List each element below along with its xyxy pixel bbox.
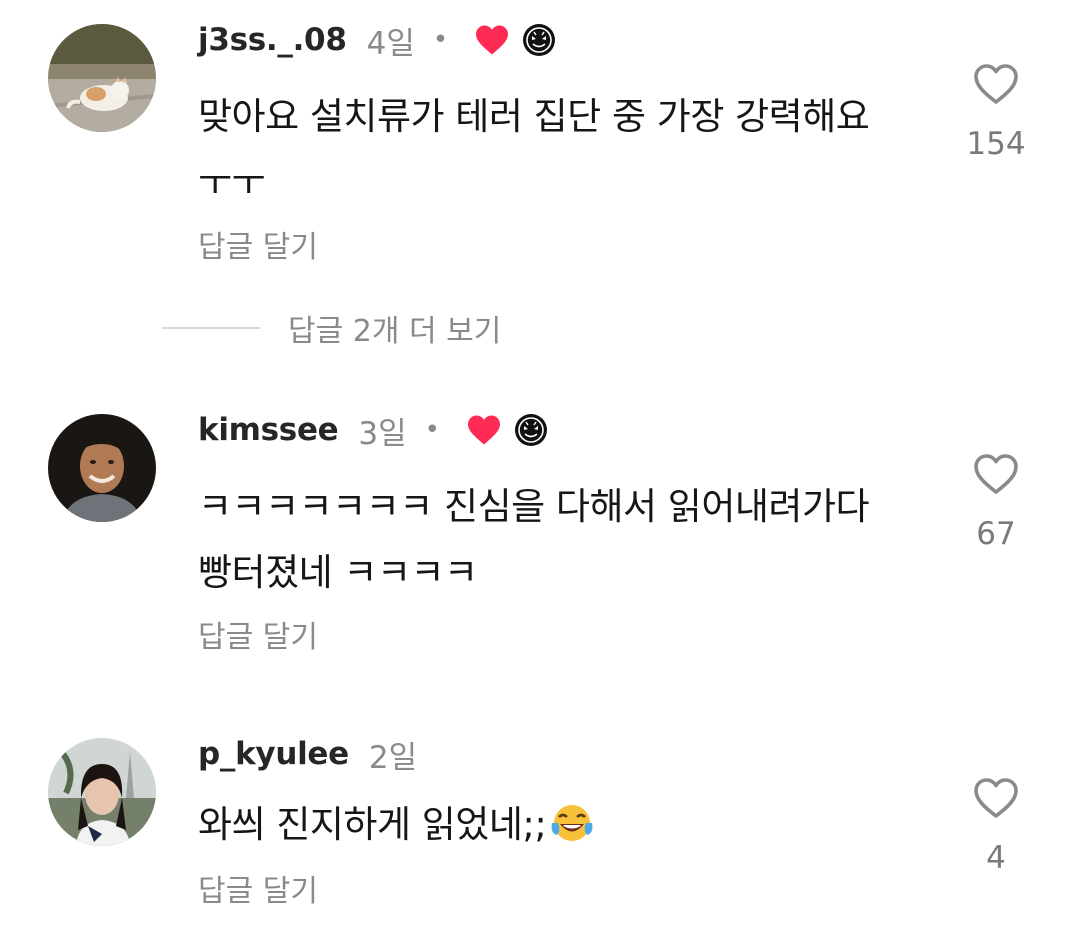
- divider-line: [162, 327, 260, 329]
- comment-meta: p_kyulee 2일: [198, 732, 417, 776]
- avatar[interactable]: [48, 414, 156, 522]
- heart-outline-icon[interactable]: [972, 776, 1020, 820]
- comment-text-line: 와씌 진지하게 읽었네;;: [198, 803, 547, 846]
- reply-button[interactable]: 답글 달기: [198, 222, 318, 266]
- comment-text: 맞아요 설치류가 테러 집단 중 가장 강력해요 ㅜㅜ: [198, 84, 918, 216]
- timestamp: 4일: [366, 25, 415, 62]
- timestamp: 2일: [368, 739, 418, 776]
- like-button[interactable]: 154: [960, 62, 1032, 162]
- red-heart-icon: [476, 25, 509, 55]
- comment-text: 와씌 진지하게 읽었네;;: [198, 792, 918, 858]
- comment-text-line: ㅋㅋㅋㅋㅋㅋㅋ 진심을 다해서 읽어내려가다: [198, 485, 870, 528]
- reply-button[interactable]: 답글 달기: [198, 612, 318, 656]
- face-with-tears-of-joy-icon: [551, 805, 593, 841]
- separator-dot: •: [424, 415, 440, 445]
- view-more-replies[interactable]: 답글 2개 더 보기: [162, 306, 501, 350]
- like-count: 4: [986, 840, 1006, 876]
- reply-button[interactable]: 답글 달기: [198, 866, 318, 910]
- comment-text-line: ㅜㅜ: [198, 161, 266, 204]
- heart-outline-icon[interactable]: [972, 452, 1020, 496]
- creator-avatar-badge-icon: [523, 24, 556, 56]
- username[interactable]: kimssee: [198, 412, 339, 448]
- like-button[interactable]: 67: [960, 452, 1032, 552]
- timestamp: 3일: [358, 415, 407, 452]
- red-heart-icon: [468, 415, 500, 445]
- like-button[interactable]: 4: [960, 776, 1032, 876]
- avatar[interactable]: [48, 738, 156, 846]
- comment-text-line: 맞아요 설치류가 테러 집단 중 가장 강력해요: [198, 95, 870, 138]
- like-count: 67: [976, 516, 1016, 552]
- creator-avatar-badge-icon: [515, 414, 547, 446]
- comment-meta: kimssee 3일 •: [198, 408, 548, 452]
- username[interactable]: j3ss._.08: [198, 22, 347, 58]
- view-more-replies-label[interactable]: 답글 2개 더 보기: [288, 306, 501, 350]
- comment-text: ㅋㅋㅋㅋㅋㅋㅋ 진심을 다해서 읽어내려가다 빵터졌네 ㅋㅋㅋㅋ: [198, 474, 918, 606]
- comment-text-line: 빵터졌네 ㅋㅋㅋㅋ: [198, 551, 478, 594]
- avatar[interactable]: [48, 24, 156, 132]
- heart-outline-icon[interactable]: [972, 62, 1020, 106]
- like-count: 154: [966, 126, 1026, 162]
- username[interactable]: p_kyulee: [198, 736, 349, 772]
- comment-meta: j3ss._.08 4일 •: [198, 18, 556, 62]
- separator-dot: •: [432, 25, 449, 55]
